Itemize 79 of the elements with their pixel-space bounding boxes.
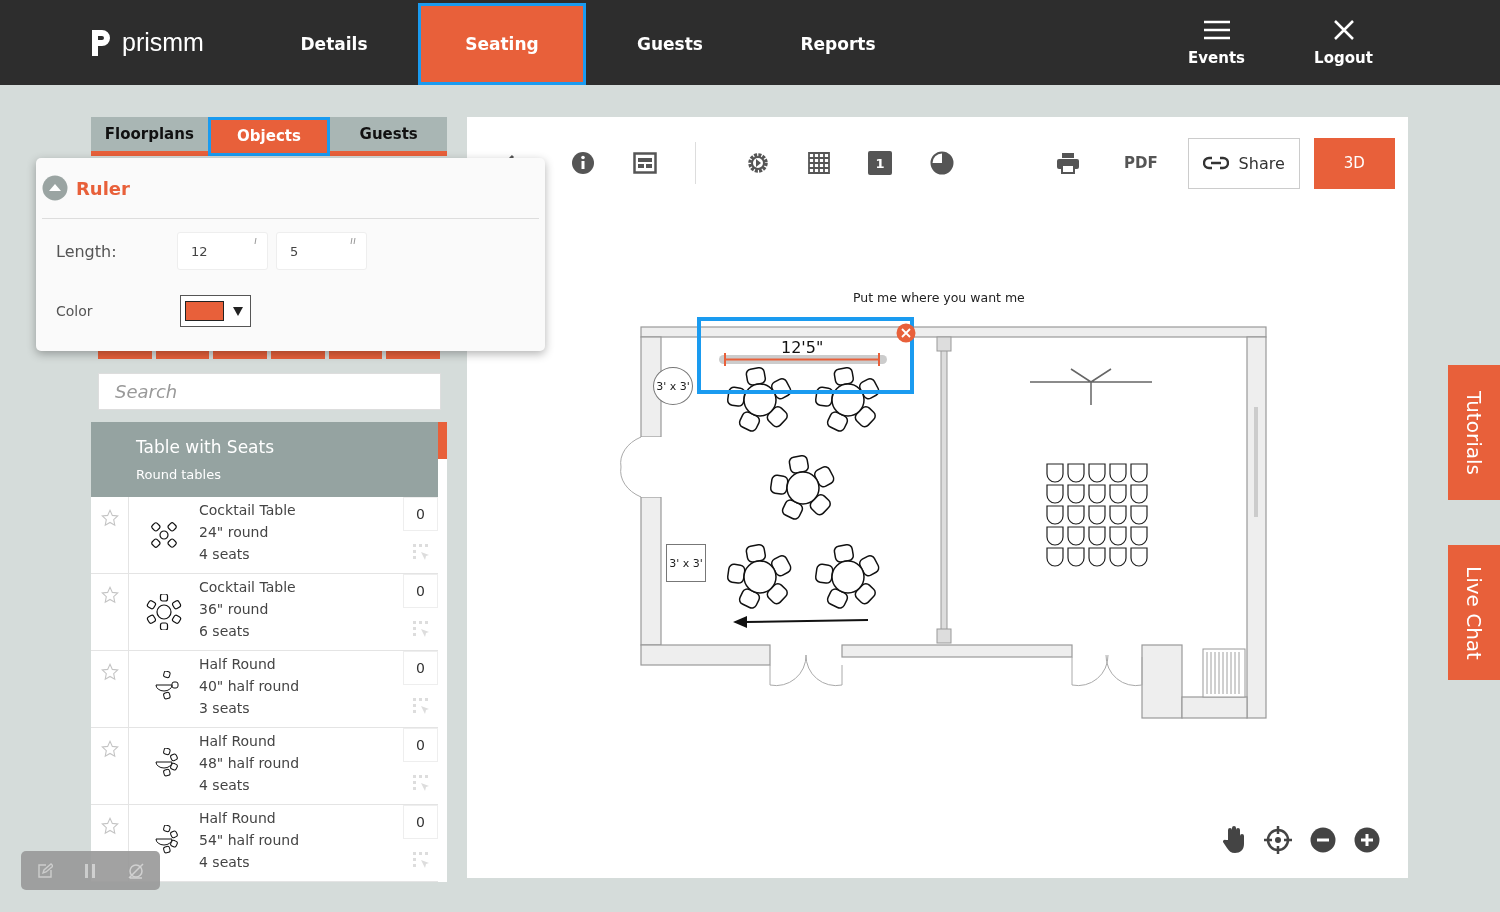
nav-tab[interactable]: Reports (754, 3, 922, 85)
item-size: 40" half round (199, 677, 301, 696)
color-label: Color (56, 303, 94, 319)
layout-icon[interactable] (633, 152, 657, 174)
star-icon[interactable] (100, 509, 119, 527)
round-table-drawing[interactable] (814, 543, 882, 611)
page-number-badge[interactable]: 1 (868, 151, 892, 175)
item-seats: 6 seats (199, 620, 403, 642)
feet-field[interactable]: 12 (177, 232, 268, 270)
item-count[interactable]: 0 (403, 574, 438, 608)
item-count[interactable]: 0 (403, 805, 438, 839)
caret-icon (233, 306, 243, 316)
nav-tab[interactable]: Guests (586, 3, 754, 85)
scrollbar-thumb[interactable] (438, 422, 447, 459)
settings-icon[interactable] (746, 151, 770, 175)
item-name: Cocktail Table (199, 578, 297, 597)
share-button[interactable]: Share (1187, 137, 1300, 189)
chair-rows-drawing[interactable] (1046, 463, 1148, 567)
item-size: 48" half round (199, 754, 301, 773)
hand-pan-icon[interactable] (1222, 826, 1246, 854)
close-icon[interactable] (896, 323, 916, 343)
pie-chart-icon[interactable] (930, 151, 954, 175)
zoom-in-icon[interactable] (1354, 827, 1380, 853)
item-name: Half Round (199, 809, 277, 828)
star-icon[interactable] (100, 817, 119, 835)
item-count[interactable]: 0 (403, 728, 438, 762)
item-count[interactable]: 0 (403, 651, 438, 685)
close-icon (1332, 18, 1355, 41)
item-size: 24" round (199, 523, 270, 542)
nav-tab[interactable]: Details (250, 3, 418, 85)
stairs-drawing (1202, 648, 1246, 698)
header-action-button[interactable]: Events (1153, 0, 1280, 85)
item-seats: 4 seats (199, 543, 403, 565)
star-icon[interactable] (100, 586, 119, 604)
item-name: Half Round (199, 732, 277, 751)
grid-icon[interactable] (808, 152, 830, 174)
star-icon[interactable] (100, 663, 119, 681)
panel-tab[interactable]: Guests (330, 117, 447, 151)
table-seats-icon (146, 594, 182, 630)
panel-tab[interactable]: Floorplans (91, 117, 208, 151)
item-seats: 3 seats (199, 697, 403, 719)
arrow-drawing[interactable] (733, 616, 869, 628)
logo-text[interactable]: prismm (122, 28, 204, 57)
item-name: Half Round (199, 655, 277, 674)
ruler-selection-box[interactable]: 12'5" (697, 317, 914, 394)
length-label: Length: (56, 241, 118, 261)
print-icon[interactable] (1056, 152, 1080, 174)
pdf-button[interactable]: PDF (1118, 153, 1164, 173)
category-title: Table with Seats (136, 437, 276, 457)
item-size: 54" half round (199, 831, 301, 850)
item-seats: 4 seats (199, 774, 403, 796)
door-drawing (620, 436, 662, 498)
zoom-out-icon[interactable] (1310, 827, 1336, 853)
ruler-length-label: 12'5" (781, 338, 824, 357)
door-drawing (1071, 654, 1143, 687)
round-table-drawing[interactable] (814, 366, 882, 434)
logo-icon (90, 27, 112, 58)
menu-icon (1202, 18, 1231, 41)
item-name: Cocktail Table (199, 501, 297, 520)
collapse-icon[interactable] (42, 175, 68, 201)
item-seats: 4 seats (199, 851, 403, 873)
search-field[interactable]: Search (98, 373, 441, 410)
item-count[interactable]: 0 (403, 497, 438, 531)
color-picker[interactable] (180, 295, 251, 327)
round-table-drawing[interactable] (726, 366, 794, 434)
crosshair-icon[interactable] (1264, 826, 1292, 854)
sized-object[interactable]: 3' x 3' (653, 367, 693, 405)
header-action-button[interactable]: Logout (1280, 0, 1407, 85)
sized-object[interactable]: 3' x 3' (666, 544, 706, 582)
category-subtitle: Round tables (136, 467, 222, 482)
placement-hint: Put me where you want me (853, 290, 1025, 305)
round-table-drawing[interactable] (726, 543, 794, 611)
ruler-title: Ruler (76, 177, 130, 199)
round-table-drawing[interactable] (769, 454, 837, 522)
inches-field[interactable]: 5 (276, 232, 367, 270)
star-icon[interactable] (100, 740, 119, 758)
item-size: 36" round (199, 600, 270, 619)
info-icon[interactable] (571, 151, 595, 175)
link-icon (1202, 156, 1229, 170)
